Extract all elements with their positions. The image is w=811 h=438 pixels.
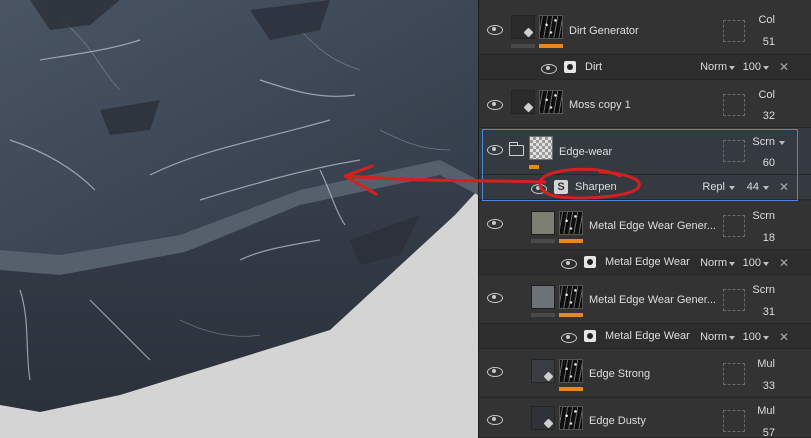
blend-mode[interactable]: Mul	[735, 358, 775, 370]
paint-bucket-icon[interactable]	[511, 90, 535, 114]
close-icon[interactable]: ✕	[779, 60, 789, 74]
paint-bucket-icon[interactable]	[511, 15, 535, 39]
blend-mode[interactable]: Scrn	[735, 136, 775, 148]
eye-icon[interactable]	[487, 414, 503, 425]
layer-row-metal-edge-wear-generator-2[interactable]: Metal Edge Wear Gener... Scrn 31	[479, 275, 811, 324]
chevron-down-icon[interactable]	[729, 336, 735, 340]
eye-icon[interactable]	[487, 24, 503, 35]
blend-mode[interactable]: Col	[735, 14, 775, 26]
layer-name[interactable]: Edge Strong	[589, 368, 719, 380]
layer-thumbnail[interactable]	[539, 15, 563, 39]
viewport-render[interactable]	[0, 0, 478, 438]
layer-opacity[interactable]: 33	[735, 380, 775, 392]
close-icon[interactable]: ✕	[779, 330, 789, 344]
eye-icon[interactable]	[487, 99, 503, 110]
layer-opacity[interactable]: 57	[735, 427, 775, 438]
blend-mode[interactable]: Scrn	[735, 210, 775, 222]
layer-name[interactable]: Metal Edge Wear Gener...	[589, 220, 719, 232]
paint-bucket-icon[interactable]	[531, 211, 555, 235]
layer-name[interactable]: Dirt Generator	[569, 25, 729, 37]
layer-opacity[interactable]: 51	[735, 36, 775, 48]
layer-thumbnail[interactable]	[559, 359, 583, 383]
paint-bucket-icon[interactable]	[531, 406, 555, 430]
effect-blend-mode[interactable]: Norm	[689, 257, 727, 269]
blend-mode[interactable]: Scrn	[735, 284, 775, 296]
eye-icon[interactable]	[487, 218, 503, 229]
blend-mode[interactable]: Mul	[735, 405, 775, 417]
filter-circle-icon	[564, 61, 576, 73]
material-bar	[559, 313, 583, 317]
eye-icon[interactable]	[531, 183, 547, 194]
layer-opacity[interactable]: 32	[735, 110, 775, 122]
effect-name[interactable]: Sharpen	[575, 181, 695, 193]
effect-opacity[interactable]: 100	[737, 331, 761, 343]
layer-opacity[interactable]: 31	[735, 306, 775, 318]
eye-icon[interactable]	[561, 258, 577, 269]
chevron-down-icon[interactable]	[729, 66, 735, 70]
effect-opacity[interactable]: 100	[737, 257, 761, 269]
paint-bucket-icon[interactable]	[531, 359, 555, 383]
material-bar	[529, 165, 539, 169]
effect-row-sharpen[interactable]: S Sharpen Repl 44 ✕	[479, 175, 811, 200]
filter-circle-icon	[584, 330, 596, 342]
effect-opacity[interactable]: 100	[737, 61, 761, 73]
folder-thumbnail[interactable]	[529, 136, 553, 160]
layer-opacity[interactable]: 18	[735, 232, 775, 244]
paint-bucket-icon[interactable]	[531, 285, 555, 309]
layer-opacity[interactable]: 60	[735, 157, 775, 169]
close-icon[interactable]: ✕	[779, 180, 789, 194]
layer-row-dirt-generator[interactable]: Dirt Generator Col 51	[479, 0, 811, 55]
chevron-down-icon[interactable]	[729, 186, 735, 190]
effect-blend-mode[interactable]: Norm	[689, 331, 727, 343]
eye-icon[interactable]	[487, 366, 503, 377]
mask-bar	[531, 313, 555, 317]
substance-s-icon: S	[554, 180, 568, 194]
effect-name[interactable]: Dirt	[585, 61, 705, 73]
material-bar	[559, 239, 583, 243]
layer-name[interactable]: Edge Dusty	[589, 415, 719, 427]
eye-icon[interactable]	[487, 144, 503, 155]
layer-thumbnail[interactable]	[559, 211, 583, 235]
effect-blend-mode[interactable]: Repl	[689, 181, 725, 193]
material-bar	[559, 387, 583, 391]
layer-thumbnail[interactable]	[559, 285, 583, 309]
effect-opacity[interactable]: 44	[737, 181, 759, 193]
blend-mode[interactable]: Col	[735, 89, 775, 101]
chevron-down-icon[interactable]	[763, 186, 769, 190]
chevron-down-icon[interactable]	[729, 262, 735, 266]
close-icon[interactable]: ✕	[779, 256, 789, 270]
chevron-down-icon[interactable]	[763, 262, 769, 266]
layer-name[interactable]: Metal Edge Wear Gener...	[589, 294, 719, 306]
mask-bar	[531, 239, 555, 243]
3d-viewport[interactable]	[0, 0, 478, 438]
layer-row-moss-copy-1[interactable]: Moss copy 1 Col 32	[479, 80, 811, 128]
effect-blend-mode[interactable]: Norm	[689, 61, 727, 73]
eye-icon[interactable]	[541, 63, 557, 74]
folder-icon[interactable]	[508, 142, 524, 156]
layer-row-metal-edge-wear-generator-1[interactable]: Metal Edge Wear Gener... Scrn 18	[479, 201, 811, 250]
eye-icon[interactable]	[487, 292, 503, 303]
chevron-down-icon[interactable]	[779, 141, 785, 145]
eye-icon[interactable]	[561, 332, 577, 343]
layer-row-edge-strong[interactable]: Edge Strong Mul 33	[479, 349, 811, 398]
effect-row-metal-edge-wear-2[interactable]: Metal Edge Wear Norm 100 ✕	[479, 324, 811, 349]
layer-name[interactable]: Moss copy 1	[569, 99, 729, 111]
layer-thumbnail[interactable]	[539, 90, 563, 114]
layer-thumbnail[interactable]	[559, 406, 583, 430]
layer-stack-panel[interactable]: Dirt Generator Col 51 Dirt Norm 100 ✕ Mo…	[478, 0, 811, 438]
filter-circle-icon	[584, 256, 596, 268]
layer-name[interactable]: Edge-wear	[559, 146, 709, 158]
chevron-down-icon[interactable]	[763, 336, 769, 340]
layer-row-edge-dusty[interactable]: Edge Dusty Mul 57	[479, 398, 811, 438]
layer-row-edge-wear[interactable]: Edge-wear Scrn 60	[479, 128, 811, 175]
material-bar	[539, 44, 563, 48]
effect-row-metal-edge-wear-1[interactable]: Metal Edge Wear Norm 100 ✕	[479, 250, 811, 275]
mask-bar	[511, 44, 535, 48]
effect-row-dirt[interactable]: Dirt Norm 100 ✕	[479, 55, 811, 80]
chevron-down-icon[interactable]	[763, 66, 769, 70]
